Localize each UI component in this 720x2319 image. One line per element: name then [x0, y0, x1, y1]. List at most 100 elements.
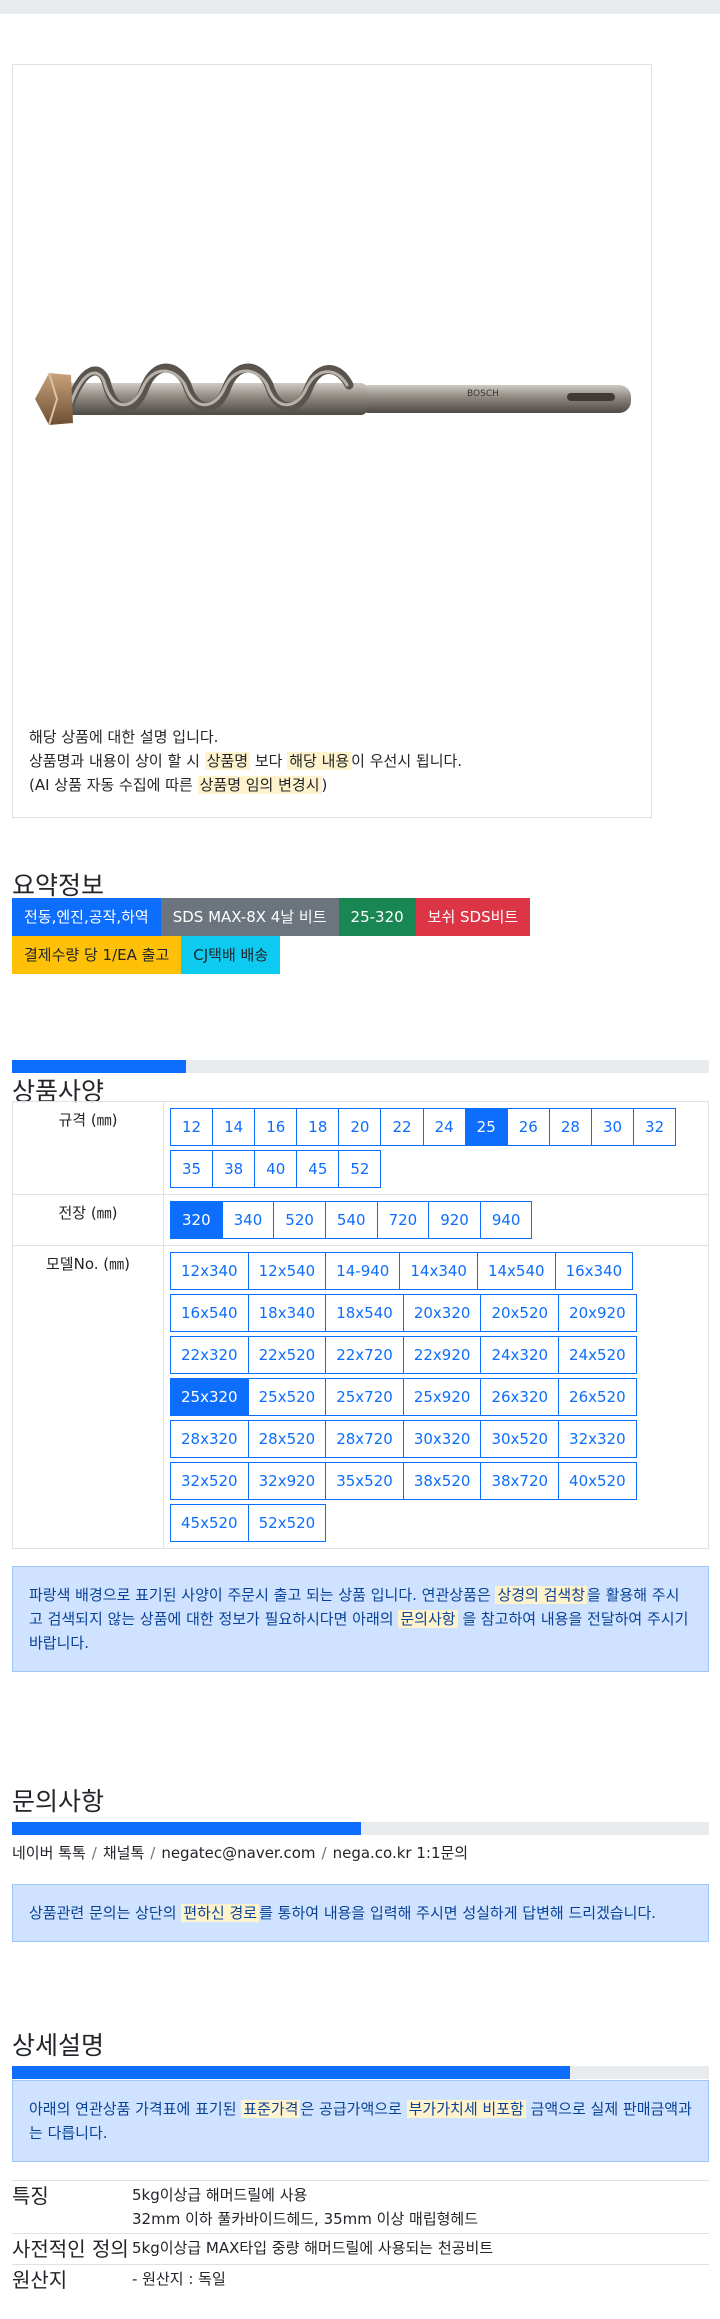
size-option-18[interactable]: 18 [296, 1108, 340, 1146]
size-option-20[interactable]: 20 [338, 1108, 382, 1146]
model-option-25x920[interactable]: 25x920 [402, 1378, 482, 1416]
detail-value: 5kg이상급 해머드릴에 사용 [132, 2186, 308, 2204]
model-option-28x720[interactable]: 28x720 [325, 1420, 404, 1458]
model-option-32x920[interactable]: 32x920 [247, 1462, 327, 1500]
model-label: 모델No. (㎜) [12, 1245, 164, 1549]
spec-row-length: 전장 (㎜) 320 340 520 540 720 920 940 [12, 1194, 709, 1246]
model-option-16x340[interactable]: 16x340 [554, 1252, 634, 1290]
desc-line-1: 해당 상품에 대한 설명 입니다. [29, 728, 219, 746]
model-option-38x520[interactable]: 38x520 [402, 1462, 482, 1500]
length-option-320[interactable]: 320 [170, 1201, 223, 1239]
inquiry-progress-bar [12, 1822, 709, 1835]
model-option-38x720[interactable]: 38x720 [480, 1462, 560, 1500]
detail-value: 32mm 이하 풀카바이드헤드, 35mm 이상 매립형헤드 [132, 2210, 479, 2228]
size-option-32[interactable]: 32 [633, 1108, 677, 1146]
model-option-28x320[interactable]: 28x320 [170, 1420, 249, 1458]
model-option-32x520[interactable]: 32x520 [170, 1462, 249, 1500]
product-description: 해당 상품에 대한 설명 입니다. 상품명과 내용이 상이 할 시 상품명 보다… [29, 725, 462, 797]
model-option-26x520[interactable]: 26x520 [558, 1378, 637, 1416]
link-site-inquiry[interactable]: nega.co.kr 1:1문의 [333, 1844, 469, 1862]
model-option-22x320[interactable]: 22x320 [170, 1336, 249, 1374]
model-option-26x320[interactable]: 26x320 [480, 1378, 560, 1416]
detail-progress-fill [12, 2066, 570, 2079]
model-option-12x340[interactable]: 12x340 [170, 1252, 249, 1290]
desc-line-2: 상품명과 내용이 상이 할 시 상품명 보다 해당 내용 이 우선시 됩니다. [29, 752, 463, 770]
model-option-32x320[interactable]: 32x320 [558, 1420, 637, 1458]
size-options: 12 14 16 18 20 22 24 25 26 28 30 32 35 38 40 45 52 [163, 1101, 709, 1195]
model-option-35x520[interactable]: 35x520 [325, 1462, 404, 1500]
size-option-52[interactable]: 52 [338, 1150, 382, 1188]
detail-table: 특징 5kg이상급 해머드릴에 사용 32mm 이하 풀카바이드헤드, 35mm … [12, 2180, 709, 2295]
page: BOSCH 해당 상품에 대한 설명 입니다. 상품명과 내용이 상이 할 시 … [0, 0, 720, 2319]
badge-row-1: 전동,엔진,공작,하역 SDS MAX-8X 4날 비트 25-320 보쉬 S… [12, 898, 712, 936]
model-option-40x520[interactable]: 40x520 [558, 1462, 637, 1500]
length-option-940[interactable]: 940 [479, 1201, 533, 1239]
model-option-14-940[interactable]: 14-940 [325, 1252, 401, 1290]
length-option-540[interactable]: 540 [324, 1201, 378, 1239]
model-option-20x920[interactable]: 20x920 [558, 1294, 637, 1332]
size-option-35[interactable]: 35 [170, 1150, 214, 1188]
model-option-24x320[interactable]: 24x320 [480, 1336, 560, 1374]
contact-links: 네이버 톡톡 / 채널톡 / negatec@naver.com / nega.co.kr … [12, 1844, 469, 1862]
model-option-24x520[interactable]: 24x520 [558, 1336, 637, 1374]
model-option-45x520[interactable]: 45x520 [170, 1504, 249, 1542]
inquiry-notice: 상품관련 문의는 상단의 편하신 경로 를 통하여 내용을 입력해 주시면 성실하… [12, 1884, 709, 1942]
model-option-18x540[interactable]: 18x540 [325, 1294, 404, 1332]
model-option-14x540[interactable]: 14x540 [476, 1252, 556, 1290]
size-option-28[interactable]: 28 [548, 1108, 592, 1146]
svg-text:BOSCH: BOSCH [467, 389, 499, 399]
badge-category: 전동,엔진,공작,하역 [12, 898, 161, 936]
size-option-16[interactable]: 16 [254, 1108, 298, 1146]
length-option-340[interactable]: 340 [221, 1201, 275, 1239]
size-option-12[interactable]: 12 [170, 1108, 214, 1146]
model-option-25x320[interactable]: 25x320 [170, 1378, 249, 1416]
length-option-520[interactable]: 520 [273, 1201, 326, 1239]
detail-title: 상세설명 [12, 2031, 105, 2060]
size-option-14[interactable]: 14 [212, 1108, 256, 1146]
inquiry-title: 문의사항 [12, 1787, 105, 1816]
model-option-28x520[interactable]: 28x520 [247, 1420, 327, 1458]
model-option-12x540[interactable]: 12x540 [247, 1252, 327, 1290]
link-naver-talk[interactable]: 네이버 톡톡 [12, 1844, 86, 1862]
detail-row-definition: 사전적인 정의 5kg이상급 MAX타입 중량 해머드릴에 사용되는 천공비트 [12, 2233, 709, 2265]
model-options: 12x340 12x540 14-940 14x340 14x540 16x340 16x5… [163, 1245, 709, 1549]
size-option-38[interactable]: 38 [212, 1150, 256, 1188]
size-option-45[interactable]: 45 [296, 1150, 340, 1188]
size-option-30[interactable]: 30 [590, 1108, 635, 1146]
model-option-18x340[interactable]: 18x340 [247, 1294, 327, 1332]
top-bar [0, 0, 720, 14]
model-option-25x720[interactable]: 25x720 [325, 1378, 404, 1416]
model-option-22x720[interactable]: 22x720 [325, 1336, 404, 1374]
detail-key-definition: 사전적인 정의 [12, 2233, 132, 2265]
length-option-920[interactable]: 920 [428, 1201, 481, 1239]
desc-line-3: (AI 상품 자동 수집에 따른 상품명 임의 변경시) [29, 776, 328, 794]
badge-quantity: 결제수량 당 1/EA 출고 [12, 936, 182, 974]
badge-shipping: CJ택배 배송 [181, 936, 281, 974]
spec-progress-bar [12, 1060, 709, 1073]
model-option-30x320[interactable]: 30x320 [402, 1420, 482, 1458]
badge-spec: 25-320 [338, 898, 416, 936]
size-option-26[interactable]: 26 [506, 1108, 550, 1146]
model-option-22x920[interactable]: 22x920 [402, 1336, 482, 1374]
size-option-24[interactable]: 24 [422, 1108, 466, 1146]
model-option-20x520[interactable]: 20x520 [480, 1294, 560, 1332]
badge-brand: 보쉬 SDS비트 [415, 898, 531, 936]
model-option-52x520[interactable]: 52x520 [247, 1504, 327, 1542]
spec-notice: 파랑색 배경으로 표기된 사양이 주문시 출고 되는 상품 입니다. 연관상품은… [12, 1566, 709, 1672]
size-option-40[interactable]: 40 [254, 1150, 298, 1188]
model-option-30x520[interactable]: 30x520 [480, 1420, 560, 1458]
model-option-14x340[interactable]: 14x340 [399, 1252, 478, 1290]
summary-badges: 전동,엔진,공작,하역 SDS MAX-8X 4날 비트 25-320 보쉬 S… [12, 898, 712, 974]
link-channel-talk[interactable]: 채널톡 [103, 1844, 144, 1862]
product-image-card: BOSCH 해당 상품에 대한 설명 입니다. 상품명과 내용이 상이 할 시 … [12, 64, 652, 818]
model-option-25x520[interactable]: 25x520 [247, 1378, 327, 1416]
size-option-25[interactable]: 25 [464, 1108, 508, 1146]
model-option-20x320[interactable]: 20x320 [402, 1294, 482, 1332]
length-option-720[interactable]: 720 [376, 1201, 430, 1239]
link-email[interactable]: negatec@naver.com [161, 1844, 315, 1862]
size-option-22[interactable]: 22 [380, 1108, 424, 1146]
size-label: 규격 (㎜) [12, 1101, 164, 1195]
model-option-16x540[interactable]: 16x540 [170, 1294, 249, 1332]
detail-notice: 아래의 연관상품 가격표에 표기된 표준가격 은 공급가액으로 부가가치세 비포함… [12, 2080, 709, 2162]
model-option-22x520[interactable]: 22x520 [247, 1336, 327, 1374]
